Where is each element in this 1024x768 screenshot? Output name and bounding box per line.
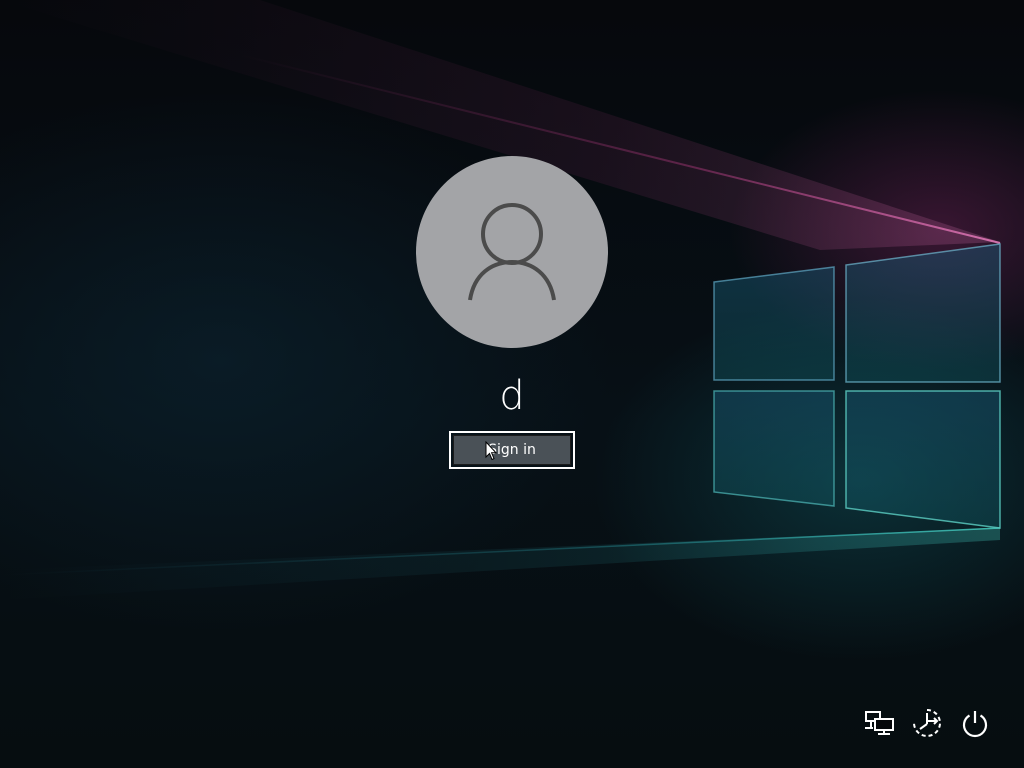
lock-screen: d Sign in <box>0 0 1024 768</box>
ease-of-access-button[interactable] <box>910 706 944 740</box>
sign-in-button[interactable]: Sign in <box>449 431 575 469</box>
power-icon <box>962 711 988 738</box>
network-button[interactable] <box>862 706 896 740</box>
user-avatar <box>416 156 608 348</box>
ease-of-access-icon <box>913 709 941 737</box>
user-avatar-icon <box>468 203 556 301</box>
network-icon <box>865 711 894 735</box>
power-button[interactable] <box>958 706 992 740</box>
sign-in-button-label: Sign in <box>453 435 571 465</box>
username-label: d <box>499 373 525 419</box>
